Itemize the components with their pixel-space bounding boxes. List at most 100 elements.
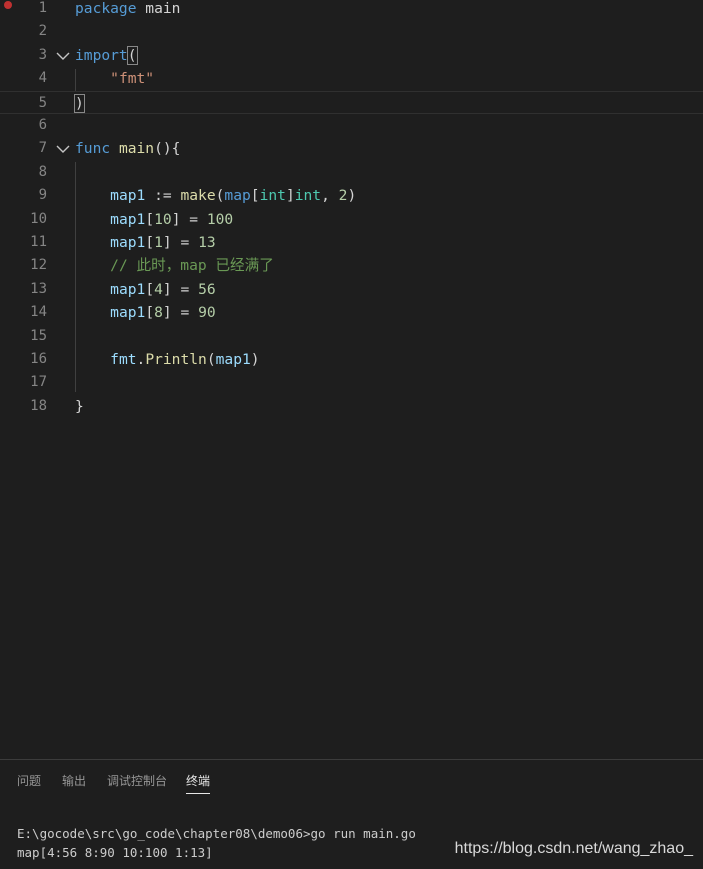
code-token: map1 — [215, 351, 251, 368]
code-token: Println — [145, 351, 207, 368]
line-number: 18 — [30, 397, 47, 414]
code-token: ) — [347, 187, 357, 205]
code-text: "fmt" — [75, 67, 154, 90]
code-line-16[interactable]: 16 fmt.Println(map1) — [0, 348, 703, 371]
code-token: 100 — [206, 210, 234, 228]
code-token: fmt — [110, 351, 137, 368]
code-token: ] = — [162, 234, 199, 251]
line-number: 15 — [30, 327, 47, 344]
code-token: . — [136, 351, 146, 368]
code-token: [ — [145, 304, 155, 322]
line-number: 14 — [30, 304, 47, 321]
tab-debug-console[interactable]: 调试控制台 — [107, 773, 167, 789]
code-token: ] = — [171, 210, 207, 228]
line-number: 9 — [38, 187, 47, 204]
code-text: func main(){ — [75, 137, 180, 160]
code-token: map — [224, 187, 251, 205]
breakpoint-icon[interactable] — [4, 1, 12, 9]
line-number: 2 — [38, 23, 47, 40]
code-token: ] — [285, 187, 295, 205]
code-token: 4 — [154, 280, 163, 298]
code-token: [ — [145, 234, 155, 251]
code-token: ] = — [162, 280, 199, 298]
code-token: map1 — [110, 280, 146, 298]
code-token: ] = — [162, 304, 199, 322]
code-token: [ — [145, 210, 155, 228]
code-token: [ — [145, 280, 155, 298]
code-token: main — [118, 140, 155, 158]
code-line-11[interactable]: 11 map1[1] = 13 — [0, 231, 703, 254]
line-number: 11 — [30, 234, 47, 250]
tab-terminal[interactable]: 终端 — [186, 773, 210, 789]
code-token: "fmt" — [110, 70, 155, 88]
code-line-8[interactable]: 8 — [0, 161, 703, 184]
code-token: ( — [126, 45, 138, 65]
code-token: := — [145, 187, 181, 205]
line-number: 10 — [30, 210, 47, 227]
code-token: ) — [74, 93, 85, 113]
code-token: } — [75, 397, 84, 415]
tab-output[interactable]: 输出 — [62, 773, 86, 789]
line-number: 13 — [30, 280, 47, 297]
code-token: 13 — [198, 234, 216, 251]
code-line-17[interactable]: 17 — [0, 371, 703, 394]
code-line-2[interactable]: 2 — [0, 20, 703, 43]
code-token: int — [259, 187, 286, 205]
code-text: // 此时，map 已经满了 — [75, 254, 274, 277]
code-line-14[interactable]: 14 map1[8] = 90 — [0, 301, 703, 324]
code-text: ) — [74, 92, 85, 115]
line-number: 5 — [38, 94, 47, 111]
code-text: import( — [75, 44, 138, 67]
code-token: 90 — [198, 304, 216, 322]
code-token: map1 — [110, 187, 146, 205]
line-number: 7 — [38, 140, 47, 157]
code-line-6[interactable]: 6 — [0, 114, 703, 137]
line-number: 12 — [30, 257, 47, 274]
code-line-1[interactable]: 1 package main — [0, 0, 703, 20]
code-text: package main — [75, 0, 180, 20]
code-token: // 此时，map 已经满了 — [110, 257, 274, 275]
code-text: map1[1] = 13 — [75, 231, 216, 254]
code-token: ( — [206, 351, 216, 368]
code-token: 10 — [154, 210, 172, 228]
code-token: func — [75, 140, 111, 158]
line-number: 4 — [38, 70, 47, 87]
code-line-15[interactable]: 15 — [0, 325, 703, 348]
code-line-4[interactable]: 4 "fmt" — [0, 67, 703, 90]
code-line-5[interactable]: 5) — [0, 90, 703, 115]
code-line-7[interactable]: 7 func main(){ — [0, 137, 703, 160]
code-token: map1 — [110, 234, 146, 251]
active-tab-indicator — [186, 793, 210, 794]
line-number: 1 — [38, 0, 47, 16]
code-token: main — [136, 0, 181, 17]
code-line-9[interactable]: 9 map1 := make(map[int]int, 2) — [0, 184, 703, 207]
line-number: 8 — [38, 163, 47, 180]
code-text: map1[4] = 56 — [75, 278, 215, 301]
code-token: package — [75, 0, 137, 17]
code-editor[interactable]: 1 package main 2 3 import(4 "fmt" 5) 6 7 func ma… — [0, 0, 703, 758]
chevron-down-icon[interactable] — [55, 48, 71, 64]
tab-problems[interactable]: 问题 — [17, 773, 41, 789]
line-number: 6 — [38, 117, 47, 133]
chevron-down-icon[interactable] — [55, 141, 71, 157]
code-line-10[interactable]: 10 map1[10] = 100 — [0, 208, 703, 231]
code-token: map1 — [110, 304, 146, 322]
terminal-output-line: map[4:56 8:90 10:100 1:13] — [17, 845, 213, 860]
code-line-18[interactable]: 18} — [0, 395, 703, 418]
code-line-13[interactable]: 13 map1[4] = 56 — [0, 278, 703, 301]
code-line-12[interactable]: 12 // 此时，map 已经满了 — [0, 254, 703, 277]
code-token: int — [294, 187, 322, 205]
code-text: } — [75, 395, 84, 418]
code-line-3[interactable]: 3 import( — [0, 44, 703, 67]
code-token: map1 — [110, 210, 146, 228]
terminal-command-line: E:\gocode\src\go_code\chapter08\demo06>g… — [17, 826, 416, 841]
